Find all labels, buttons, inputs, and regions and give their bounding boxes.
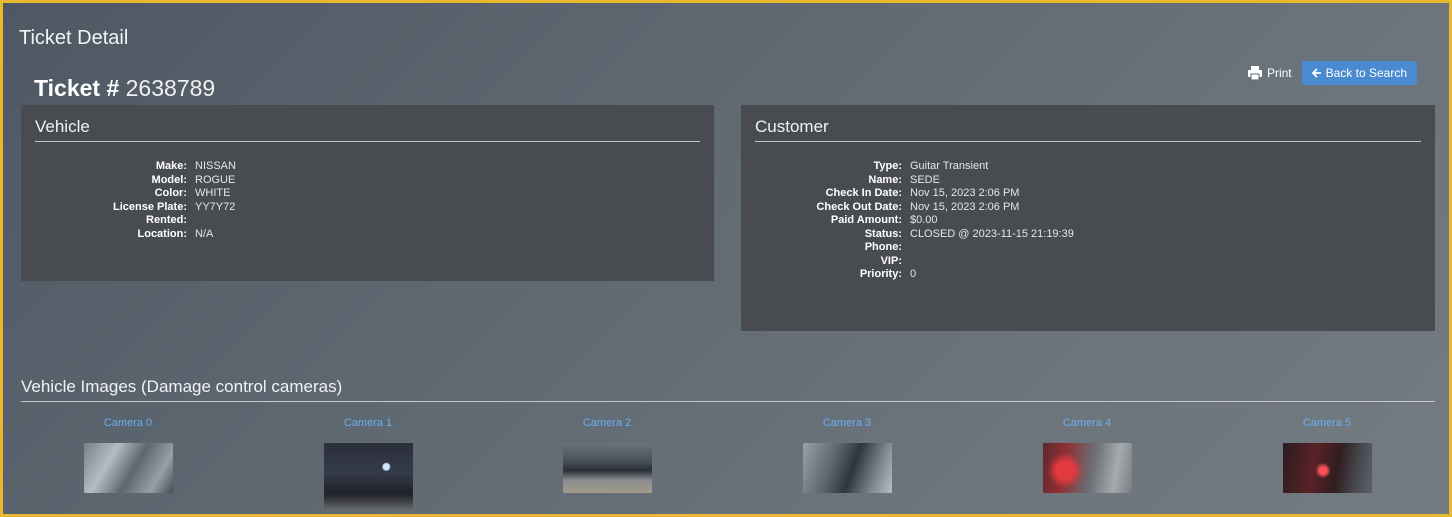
field-value: Guitar Transient (910, 160, 989, 172)
field-label: Priority: (859, 268, 902, 280)
camera-link[interactable]: Camera 5 (1247, 417, 1407, 429)
field-label: Phone: (864, 241, 902, 253)
camera-item: Camera 3 (767, 417, 927, 493)
print-button[interactable]: Print (1247, 65, 1292, 81)
field-value: SEDE (910, 173, 940, 186)
camera-item: Camera 2 (527, 417, 687, 493)
vehicle-panel-title: Vehicle (35, 117, 700, 142)
back-to-search-button[interactable]: Back to Search (1301, 61, 1417, 85)
field-label: Color: (154, 187, 187, 199)
camera-gallery: Camera 0 Camera 1 Camera 2 Camera 3 Came… (3, 417, 1449, 517)
ticket-heading: Ticket # 2638789 (34, 75, 215, 102)
camera-link[interactable]: Camera 4 (1007, 417, 1167, 429)
arrow-left-icon (1311, 68, 1321, 78)
vehicle-panel: Vehicle Make: NISSAN Model: ROGUE Color: WH… (21, 105, 714, 281)
field-value: Nov 15, 2023 2:06 PM (910, 200, 1020, 213)
field-value: WHITE (195, 187, 231, 199)
field-value (910, 241, 1421, 254)
field-label: VIP: (880, 254, 902, 267)
customer-panel: Customer Type: Guitar Transient Name: SEDE… (741, 105, 1435, 331)
camera-item: Camera 4 (1007, 417, 1167, 493)
camera-thumbnail[interactable] (83, 443, 173, 493)
page-title: Ticket Detail (19, 27, 129, 49)
field-value: NISSAN (195, 160, 236, 172)
camera-thumbnail[interactable] (1282, 443, 1372, 493)
field-label: License Plate: (113, 200, 187, 213)
field-label: Name: (868, 173, 902, 186)
camera-thumbnail[interactable] (802, 443, 892, 493)
camera-item: Camera 1 (288, 417, 448, 511)
field-value: ROGUE (195, 173, 236, 186)
print-label: Print (1266, 66, 1292, 80)
field-value: 0 (910, 268, 917, 280)
ticket-number-value: 2638789 (125, 75, 216, 101)
field-label: Check Out Date: (816, 200, 902, 213)
camera-link[interactable]: Camera 1 (288, 417, 448, 429)
camera-link[interactable]: Camera 3 (767, 417, 927, 429)
field-value: $0.00 (910, 214, 938, 226)
camera-thumbnail[interactable] (323, 443, 413, 511)
customer-fields: Type: Guitar Transient Name: SEDE Check In… (755, 160, 1421, 281)
field-label: Model: (151, 173, 187, 186)
camera-thumbnail[interactable] (1042, 443, 1132, 493)
back-to-search-label: Back to Search (1325, 66, 1407, 80)
field-label: Type: (873, 160, 902, 172)
camera-item: Camera 5 (1247, 417, 1407, 493)
field-value: YY7Y72 (195, 200, 236, 213)
field-value: CLOSED @ 2023-11-15 21:19:39 (910, 227, 1074, 240)
printer-icon (1247, 66, 1262, 81)
field-value (910, 255, 1421, 268)
field-value (195, 214, 700, 227)
field-label: Rented: (146, 214, 187, 226)
vehicle-images-title: Vehicle Images (Damage control cameras) (21, 377, 1435, 402)
field-label: Check In Date: (825, 187, 902, 199)
camera-item: Camera 0 (48, 417, 208, 493)
vehicle-fields: Make: NISSAN Model: ROGUE Color: WHITE Lice… (35, 160, 700, 240)
camera-link[interactable]: Camera 0 (48, 417, 208, 429)
customer-panel-title: Customer (755, 117, 1421, 142)
camera-link[interactable]: Camera 2 (527, 417, 687, 429)
toolbar: Print Back to Search (1247, 61, 1417, 85)
field-label: Paid Amount: (830, 214, 902, 226)
field-value: N/A (195, 227, 214, 240)
field-label: Make: (155, 160, 187, 172)
field-label: Location: (137, 227, 188, 240)
ticket-number-label: Ticket # (34, 75, 120, 101)
field-value: Nov 15, 2023 2:06 PM (910, 187, 1020, 199)
field-label: Status: (864, 227, 902, 240)
camera-thumbnail[interactable] (562, 443, 652, 493)
